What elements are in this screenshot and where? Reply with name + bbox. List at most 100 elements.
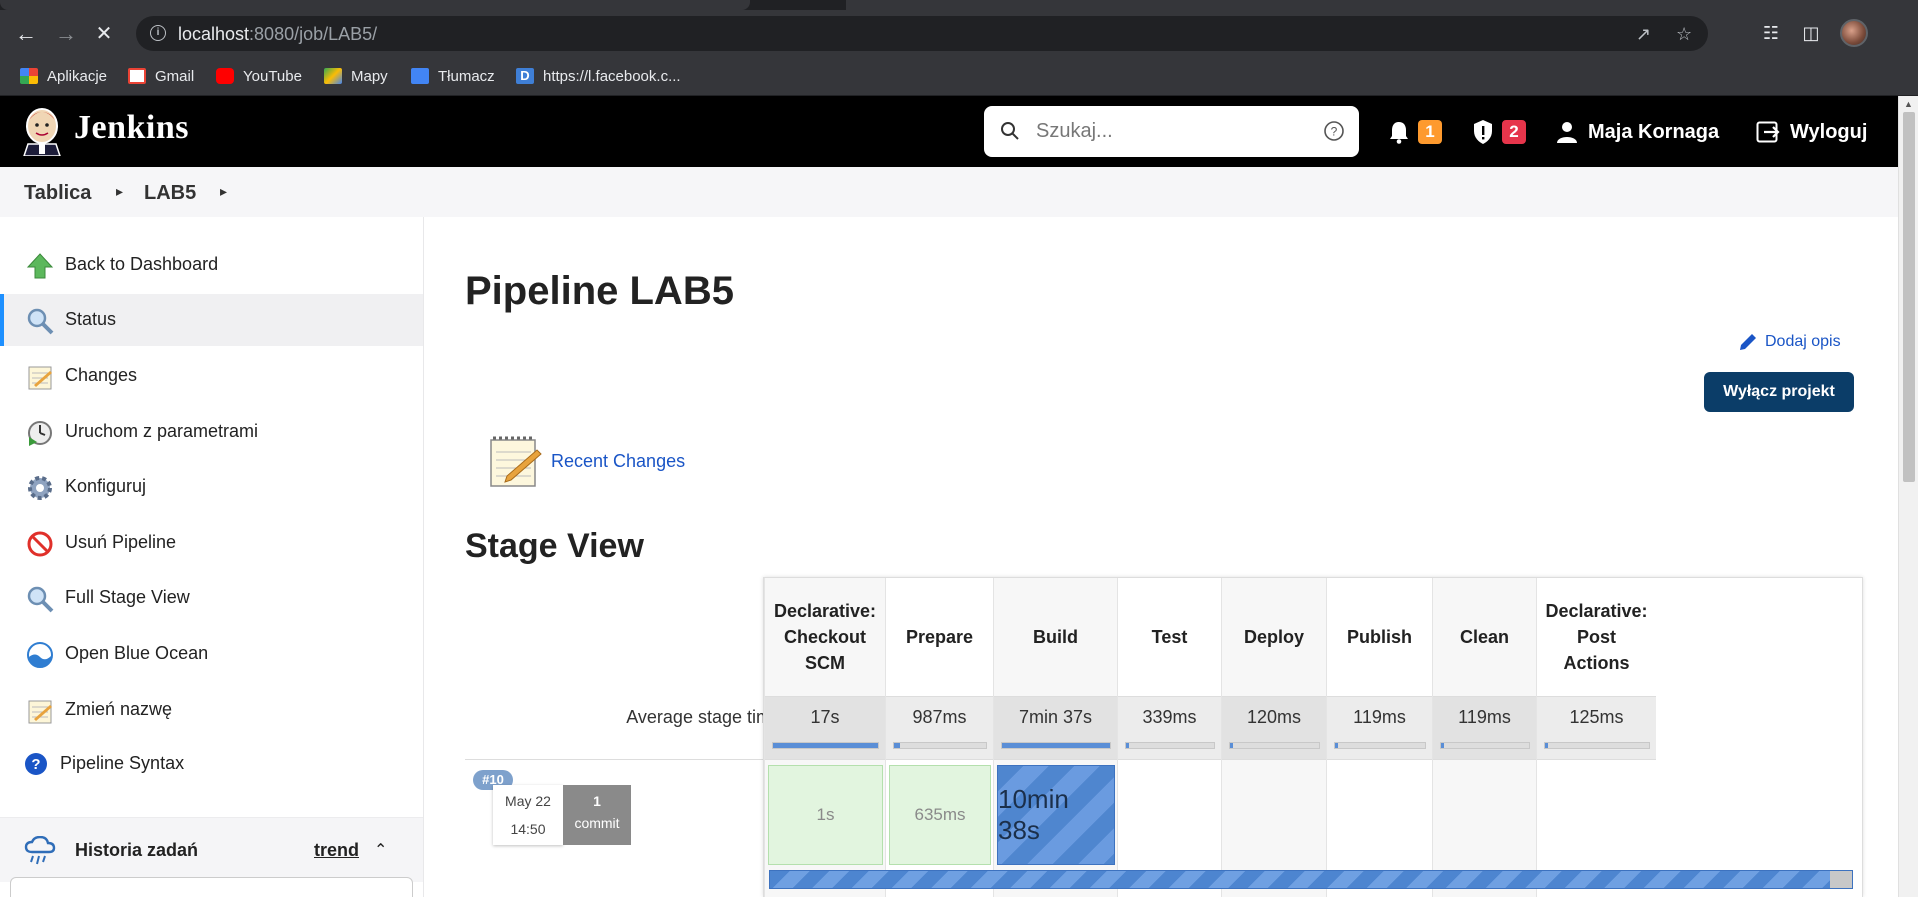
stage-cell[interactable]: 10min 38s xyxy=(997,765,1115,865)
profile-avatar[interactable] xyxy=(1840,19,1868,47)
sidebar-item-status[interactable]: Status xyxy=(0,294,423,346)
stage-column: Clean 119ms xyxy=(1432,578,1536,897)
d-letter-icon: D xyxy=(516,68,534,84)
search-input[interactable] xyxy=(1036,116,1306,146)
stage-average: 119ms xyxy=(1433,696,1536,760)
stage-average-bar-fill xyxy=(773,743,878,748)
stage-average: 119ms xyxy=(1327,696,1432,760)
sidebar-item-label: Pipeline Syntax xyxy=(60,753,185,773)
main-content: Pipeline LAB5 Dodaj opis Wyłącz projekt … xyxy=(425,217,1898,897)
sidebar-item-label: Konfiguruj xyxy=(65,476,147,496)
jenkins-title[interactable]: Jenkins xyxy=(74,109,189,147)
stage-header: Prepare xyxy=(905,627,974,647)
bookmark-label: Gmail xyxy=(155,67,195,85)
stage-column: Deploy 120ms xyxy=(1221,578,1326,897)
build-history-filter-input[interactable] xyxy=(10,877,413,897)
search-help-icon[interactable]: ? xyxy=(1323,120,1345,142)
security-warnings-button[interactable]: 2 xyxy=(1472,116,1526,148)
sidebar-item-label: Open Blue Ocean xyxy=(65,643,209,663)
stop-loading-icon[interactable]: ✕ xyxy=(92,22,116,46)
share-icon[interactable]: ↗ xyxy=(1636,24,1651,45)
sidebar-item-full-stage-view[interactable]: Full Stage View xyxy=(0,572,423,624)
user-menu[interactable]: Maja Kornaga xyxy=(1556,116,1719,148)
stage-header: Publish xyxy=(1346,627,1412,647)
stage-cell[interactable]: 635ms xyxy=(889,765,991,865)
scroll-up-arrow-icon[interactable]: ▲ xyxy=(1904,99,1913,109)
security-badge: 2 xyxy=(1502,120,1526,144)
stage-average: 17s xyxy=(765,696,885,760)
recent-changes[interactable]: Recent Changes xyxy=(487,432,717,492)
address-bar[interactable]: i localhost:8080/job/LAB5/ ↗ ☆ xyxy=(136,16,1708,51)
stage-cell[interactable]: 1s xyxy=(768,765,883,865)
gmail-icon xyxy=(128,68,146,84)
breadcrumb-dashboard[interactable]: Tablica xyxy=(24,182,91,205)
logout-button[interactable]: Wyloguj xyxy=(1756,116,1867,148)
recent-changes-link[interactable]: Recent Changes xyxy=(551,451,685,472)
logout-label: Wyloguj xyxy=(1790,120,1868,143)
sidebar-item-label: Back to Dashboard xyxy=(65,254,219,274)
chevron-up-icon[interactable]: ⌃ xyxy=(374,840,387,860)
breadcrumb-job[interactable]: LAB5 xyxy=(144,182,196,205)
apps-grid-icon xyxy=(20,68,38,84)
page-title: Pipeline LAB5 xyxy=(465,269,734,313)
sidebar-item-back-to-dashboard[interactable]: Back to Dashboard xyxy=(0,239,423,291)
stage-average-time: 7min 37s xyxy=(1018,707,1093,727)
shield-alert-icon xyxy=(1474,120,1492,144)
page-scrollbar[interactable]: ▲ xyxy=(1898,96,1918,897)
stage-average-bar-fill xyxy=(1335,743,1338,748)
build-row[interactable]: #10 May 22 14:50 1 commit xyxy=(465,759,763,863)
jenkins-logo-icon[interactable] xyxy=(22,106,62,156)
disable-project-button[interactable]: Wyłącz projekt xyxy=(1704,372,1854,412)
build-history-title: Historia zadań xyxy=(75,840,199,860)
build-commits-button[interactable]: 1 commit xyxy=(563,785,631,845)
up-arrow-icon xyxy=(26,253,54,279)
browser-tab-strip xyxy=(0,0,1918,10)
notifications-button[interactable]: 1 xyxy=(1388,116,1442,148)
sidebar-item-open-blue-ocean[interactable]: Open Blue Ocean xyxy=(0,628,423,680)
stage-average-bar-fill xyxy=(1002,743,1110,748)
build-progress-bar xyxy=(769,870,1853,889)
sidebar-item-configure[interactable]: Konfiguruj xyxy=(0,461,423,513)
bookmark-label: Tłumacz xyxy=(438,67,495,85)
sidebar-item-rename[interactable]: Zmień nazwę xyxy=(0,684,423,736)
notifications-badge: 1 xyxy=(1418,120,1442,144)
bookmark-label: YouTube xyxy=(243,67,302,85)
bookmark-label: Aplikacje xyxy=(47,67,108,85)
bookmark-apps[interactable]: Aplikacje xyxy=(20,66,107,86)
forward-arrow-icon[interactable]: → xyxy=(54,22,78,46)
sidebar-item-changes[interactable]: Changes xyxy=(0,350,423,402)
breadcrumb-chevron-icon[interactable]: ▸ xyxy=(220,183,227,200)
sidebar-item-pipeline-syntax[interactable]: ? Pipeline Syntax xyxy=(0,738,423,790)
stage-header: Test xyxy=(1151,627,1188,647)
bookmark-youtube[interactable]: YouTube xyxy=(216,66,302,86)
bookmark-gmail[interactable]: Gmail xyxy=(128,66,194,86)
stage-column: Declarative: Post Actions 125ms xyxy=(1536,578,1656,897)
bookmark-translate[interactable]: Tłumacz xyxy=(411,66,495,86)
stage-header: Clean xyxy=(1459,627,1510,647)
sidebar-item-delete-pipeline[interactable]: Usuń Pipeline xyxy=(0,517,423,569)
stage-average-bar-fill xyxy=(1126,743,1129,748)
commit-label: commit xyxy=(574,815,620,831)
pencil-icon xyxy=(1740,334,1756,350)
cloud-rain-icon xyxy=(24,836,56,865)
bookmark-facebook-link[interactable]: D https://l.facebook.c... xyxy=(516,66,681,86)
search-box[interactable]: ? xyxy=(984,106,1359,157)
site-info-icon[interactable]: i xyxy=(150,25,166,41)
bookmark-star-icon[interactable]: ☆ xyxy=(1676,24,1692,45)
stage-header: Declarative: Post Actions xyxy=(1545,601,1648,673)
browser-tab[interactable] xyxy=(0,0,750,10)
bookmark-maps[interactable]: Mapy xyxy=(324,66,388,86)
extensions-puzzle-icon[interactable]: ☷ xyxy=(1760,22,1782,44)
scrollbar-thumb[interactable] xyxy=(1903,112,1915,482)
back-arrow-icon[interactable]: ← xyxy=(14,22,38,46)
side-panel-icon[interactable]: ◫ xyxy=(1800,22,1822,44)
translate-icon xyxy=(411,68,429,84)
bell-icon xyxy=(1390,122,1408,144)
address-url[interactable]: localhost:8080/job/LAB5/ xyxy=(178,24,377,45)
edit-description-link[interactable]: Dodaj opis xyxy=(1738,332,1841,352)
sidebar-item-build-with-parameters[interactable]: Uruchom z parametrami xyxy=(0,406,423,458)
trend-link[interactable]: trend xyxy=(314,840,359,861)
commit-count: 1 xyxy=(593,793,601,809)
stage-header: Deploy xyxy=(1243,627,1304,647)
breadcrumb-chevron-icon[interactable]: ▸ xyxy=(116,183,123,200)
